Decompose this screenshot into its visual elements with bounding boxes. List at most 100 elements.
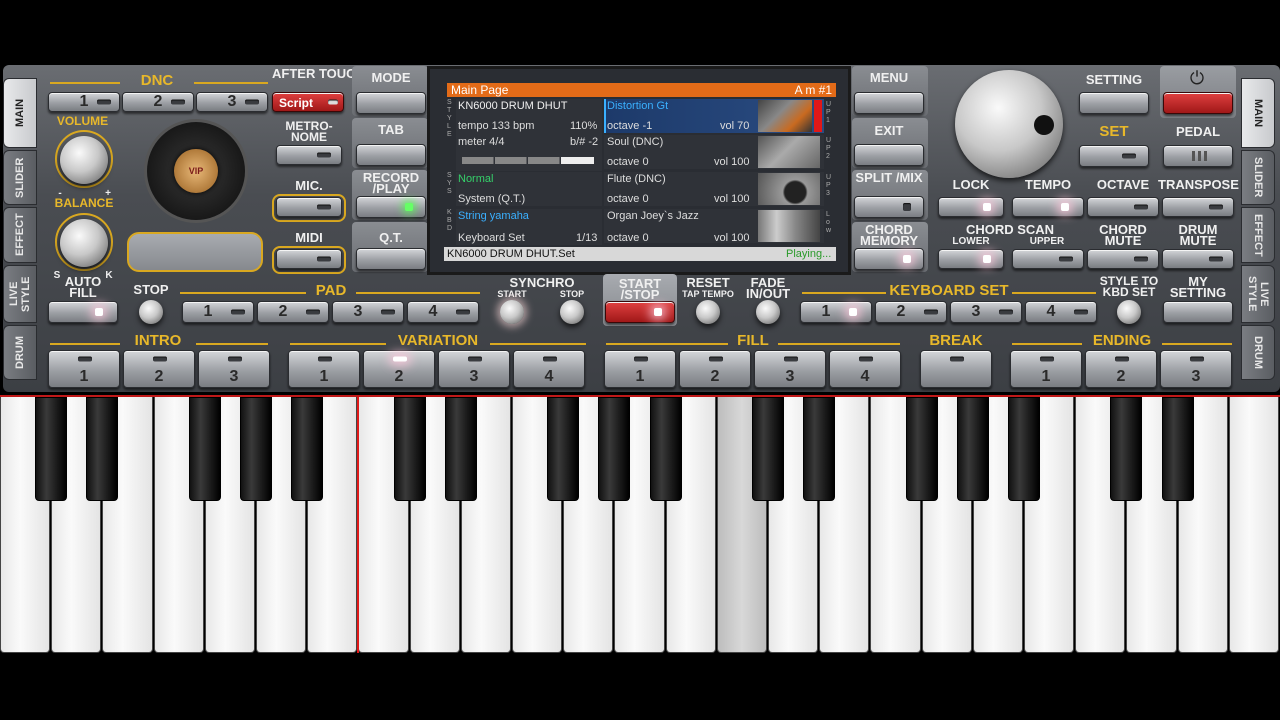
chord-scan-upper-button[interactable] — [1012, 249, 1084, 269]
mic-button[interactable] — [276, 197, 342, 217]
black-key[interactable] — [35, 397, 68, 501]
data-dial-grip-icon — [1034, 115, 1054, 135]
intro-button-2[interactable]: 2 — [123, 350, 195, 388]
ending-button-1[interactable]: 1 — [1010, 350, 1082, 388]
keyboard-set-button-2[interactable]: 2 — [875, 301, 947, 323]
volume-knob[interactable] — [60, 136, 108, 184]
style-to-kbd-button[interactable] — [1117, 300, 1141, 324]
break-button[interactable] — [920, 350, 992, 388]
pad-button-4[interactable]: 4 — [407, 301, 479, 323]
fill-title: FILL — [737, 332, 769, 349]
qt-button[interactable] — [356, 248, 426, 270]
lock-label: LOCK — [952, 177, 990, 192]
exit-button[interactable] — [854, 144, 924, 166]
lcd-style-name: KN6000 DRUM DHUT — [458, 100, 568, 112]
intro-button-1[interactable]: 1 — [48, 350, 120, 388]
side-tab-slider-right[interactable]: SLIDER — [1241, 150, 1275, 205]
chord-mute-button[interactable] — [1087, 249, 1159, 269]
drum-mute-button[interactable] — [1162, 249, 1234, 269]
menu-button[interactable] — [854, 92, 924, 114]
black-key[interactable] — [752, 397, 784, 501]
balance-knob[interactable] — [60, 219, 108, 267]
transpose-label: TRANSPOSE — [1158, 177, 1239, 192]
pedal-button[interactable] — [1163, 145, 1233, 167]
script-label: Script — [279, 96, 314, 110]
set-button[interactable] — [1079, 145, 1149, 167]
transpose-button[interactable] — [1162, 197, 1234, 217]
side-tab-drum-left[interactable]: DRUM — [3, 325, 37, 380]
fill-button-4[interactable]: 4 — [829, 350, 901, 388]
side-tab-effect-right[interactable]: EFFECT — [1241, 207, 1275, 263]
fill-button-3[interactable]: 3 — [754, 350, 826, 388]
side-tab-main-left[interactable]: MAIN — [3, 78, 37, 148]
pad-button-3[interactable]: 3 — [332, 301, 404, 323]
black-key[interactable] — [291, 397, 324, 501]
black-key[interactable] — [444, 397, 477, 501]
fill-button-1[interactable]: 1 — [604, 350, 676, 388]
black-key[interactable] — [1008, 397, 1040, 501]
synchro-stop-button[interactable] — [560, 300, 584, 324]
side-tab-effect-left[interactable]: EFFECT — [3, 207, 37, 263]
pad-button-1[interactable]: 1 — [182, 301, 254, 323]
black-key[interactable] — [803, 397, 836, 501]
ending-button-3[interactable]: 3 — [1160, 350, 1232, 388]
midi-button[interactable] — [276, 249, 342, 269]
variation-button-1[interactable]: 1 — [288, 350, 360, 388]
record-play-button[interactable] — [356, 196, 426, 218]
fade-button[interactable] — [756, 300, 780, 324]
start-stop-button[interactable] — [605, 301, 675, 323]
black-key[interactable] — [547, 397, 580, 501]
ending-button-2[interactable]: 2 — [1085, 350, 1157, 388]
black-key[interactable] — [649, 397, 682, 501]
black-key[interactable] — [1161, 397, 1194, 501]
side-tab-drum-right[interactable]: DRUM — [1241, 325, 1275, 380]
script-button[interactable]: Script — [272, 92, 344, 112]
ending-button-1-label: 1 — [1041, 368, 1051, 385]
black-key[interactable] — [598, 397, 631, 501]
chord-memory-button[interactable] — [854, 248, 924, 270]
variation-button-4[interactable]: 4 — [513, 350, 585, 388]
reset-tap-tempo-button[interactable] — [696, 300, 720, 324]
synchro-start-button[interactable] — [500, 300, 524, 324]
tab-button[interactable] — [356, 144, 426, 166]
black-key[interactable] — [905, 397, 938, 501]
dnc-led-1 — [97, 99, 111, 105]
metronome-button[interactable] — [276, 145, 342, 165]
variation-button-3[interactable]: 3 — [438, 350, 510, 388]
split-mix-button[interactable] — [854, 196, 924, 218]
my-setting-button[interactable] — [1163, 301, 1233, 323]
mode-button[interactable] — [356, 92, 426, 114]
pad-led-1 — [231, 309, 245, 315]
side-tab-slider-left[interactable]: SLIDER — [3, 150, 37, 205]
fill-button-2[interactable]: 2 — [679, 350, 751, 388]
pad-button-2[interactable]: 2 — [257, 301, 329, 323]
tempo-button[interactable] — [1012, 197, 1084, 217]
dnc-button-2[interactable]: 2 — [122, 92, 194, 112]
power-button[interactable] — [1163, 92, 1233, 114]
octave-button[interactable] — [1087, 197, 1159, 217]
keyboard-set-button-3[interactable]: 3 — [950, 301, 1022, 323]
black-key[interactable] — [1110, 397, 1143, 501]
ending-led-2 — [1115, 356, 1129, 362]
variation-button-2[interactable]: 2 — [363, 350, 435, 388]
dnc-button-1[interactable]: 1 — [48, 92, 120, 112]
black-key[interactable] — [956, 397, 989, 501]
side-tab-live-style-left[interactable]: LIVE STYLE — [3, 265, 37, 323]
lock-button[interactable] — [938, 197, 1004, 217]
auto-fill-button[interactable] — [48, 301, 118, 323]
dnc-button-3[interactable]: 3 — [196, 92, 268, 112]
keyboard-set-led-2 — [924, 309, 938, 315]
side-tab-live-style-right[interactable]: LIVE STYLE — [1241, 265, 1275, 323]
black-key[interactable] — [86, 397, 119, 501]
intro-button-3[interactable]: 3 — [198, 350, 270, 388]
chord-scan-lower-button[interactable] — [938, 249, 1004, 269]
black-key[interactable] — [188, 397, 221, 501]
setting-button[interactable] — [1079, 92, 1149, 114]
pad-stop-button[interactable] — [139, 300, 163, 324]
black-key[interactable] — [393, 397, 426, 501]
keyboard-set-button-1[interactable]: 1 — [800, 301, 872, 323]
black-key[interactable] — [240, 397, 272, 501]
white-key[interactable] — [1228, 397, 1279, 653]
keyboard-set-button-4[interactable]: 4 — [1025, 301, 1097, 323]
side-tab-main-right[interactable]: MAIN — [1241, 78, 1275, 148]
